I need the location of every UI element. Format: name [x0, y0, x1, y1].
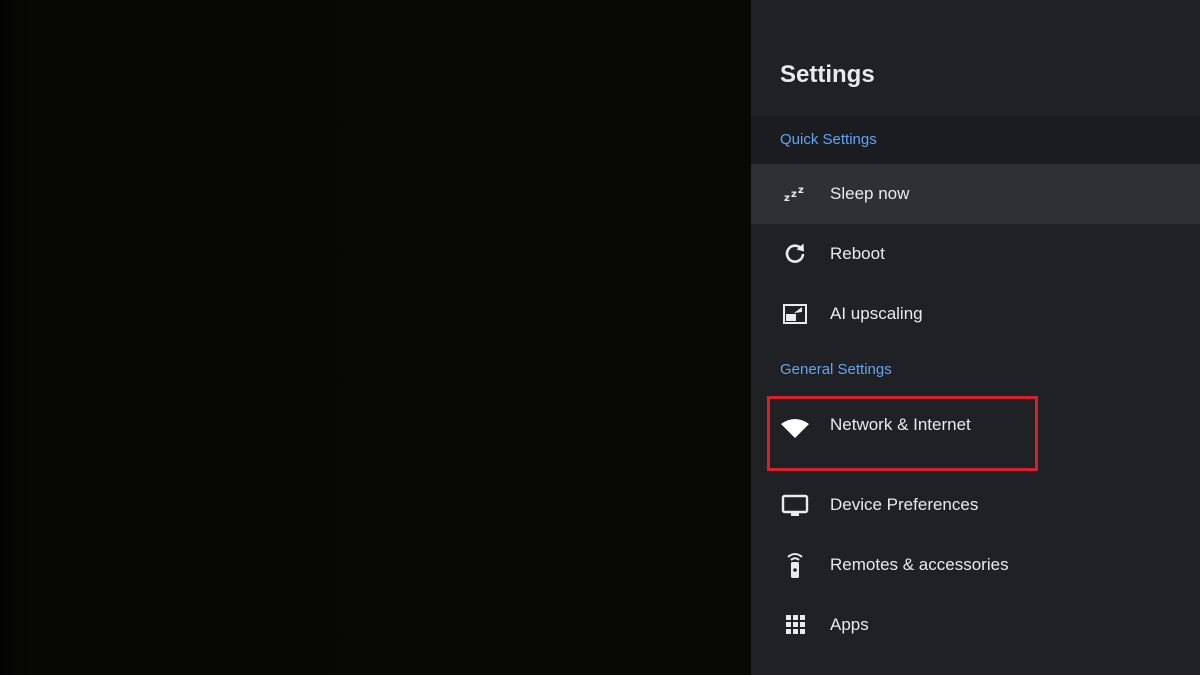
sleep-icon: z z z [780, 180, 810, 208]
tv-screen: Settings Quick Settings z z z Sleep now … [0, 0, 1200, 675]
wifi-icon [780, 411, 810, 439]
menu-item-label: Apps [830, 615, 869, 634]
menu-item-label: Sleep now [830, 184, 910, 203]
menu-item-apps[interactable]: Apps [751, 595, 1200, 655]
menu-item-label: Network & Internet [830, 415, 971, 434]
menu-item-label: Remotes & accessories [830, 555, 1009, 574]
menu-item-ai-upscaling[interactable]: AI upscaling [751, 284, 1200, 344]
menu-item-remotes-accessories[interactable]: Remotes & accessories [751, 535, 1200, 595]
settings-panel: Settings Quick Settings z z z Sleep now … [751, 0, 1200, 675]
general-settings-header: General Settings [780, 361, 892, 378]
remote-icon [780, 551, 810, 579]
menu-item-device-preferences[interactable]: Device Preferences [751, 475, 1200, 535]
menu-item-label: Reboot [830, 244, 885, 263]
apps-grid-icon [780, 611, 810, 639]
svg-text:z: z [784, 193, 790, 204]
ai-upscaling-icon [780, 300, 810, 328]
reboot-icon [780, 240, 810, 268]
svg-text:z: z [798, 185, 804, 196]
quick-settings-header: Quick Settings [751, 116, 1200, 164]
background-content-area [0, 0, 751, 675]
menu-item-network-internet[interactable]: Network & Internet [751, 395, 1200, 455]
svg-text:z: z [791, 189, 797, 200]
menu-item-label: Device Preferences [830, 495, 979, 514]
page-title: Settings [780, 61, 875, 88]
tv-icon [780, 491, 810, 519]
menu-item-sleep-now[interactable]: z z z Sleep now [751, 164, 1200, 224]
menu-item-label: AI upscaling [830, 304, 923, 323]
menu-item-reboot[interactable]: Reboot [751, 224, 1200, 284]
